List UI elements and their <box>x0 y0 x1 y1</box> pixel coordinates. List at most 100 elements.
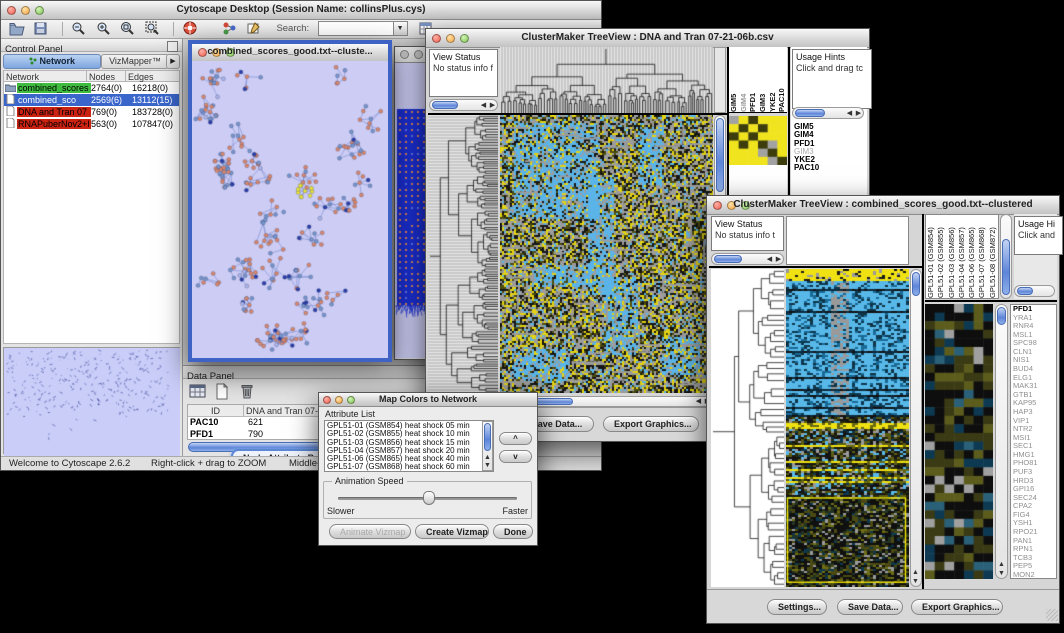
attribute-list-item[interactable]: GPL51-02 (GSM855) heat shock 10 min <box>327 430 491 438</box>
tv2-usage-scrollbar[interactable] <box>1014 285 1055 297</box>
tv2-gene-label[interactable]: HMG1 <box>1013 451 1056 460</box>
animate-vizmap-button[interactable]: Animate Vizmap <box>329 524 411 539</box>
network-view-titlebar[interactable]: combined_scores_good.txt--cluste... <box>192 44 388 62</box>
tv2-gene-label[interactable]: MSL1 <box>1013 331 1056 340</box>
tv1-gene-label[interactable]: YKE2 <box>794 156 864 164</box>
search-dropdown-arrow[interactable]: ▼ <box>394 21 408 36</box>
done-button[interactable]: Done <box>493 524 533 539</box>
move-down-button[interactable]: v <box>499 450 532 463</box>
tv2-gene-label[interactable]: GPI16 <box>1013 485 1056 494</box>
attribute-list-scrollbar[interactable]: ▲▼ <box>482 421 493 471</box>
tv2-settings-button[interactable]: Settings... <box>767 599 827 615</box>
tv2-gene-label[interactable]: NIS1 <box>1013 356 1056 365</box>
col-nodes[interactable]: Nodes <box>87 71 126 81</box>
tv2-heatmap[interactable] <box>786 269 909 587</box>
tv2-gene-label[interactable]: PHO81 <box>1013 459 1056 468</box>
tv2-gene-label[interactable]: PUF3 <box>1013 468 1056 477</box>
tv2-gene-label[interactable]: MSI1 <box>1013 434 1056 443</box>
tv2-save-data-button[interactable]: Save Data... <box>837 599 903 615</box>
tab-network[interactable]: Network <box>3 54 101 69</box>
tv2-gene-label[interactable]: GTB1 <box>1013 391 1056 400</box>
zoom-selected-icon[interactable] <box>120 21 136 36</box>
tv1-gene-label[interactable]: GIM5 <box>794 123 864 131</box>
birdseye-view[interactable] <box>3 347 180 454</box>
tv2-gene-label[interactable]: MON2 <box>1013 571 1056 580</box>
tv2-gene-label[interactable]: PEP5 <box>1013 562 1056 571</box>
tv2-heatmap-vscroll[interactable]: ▲▼ <box>910 269 922 587</box>
resize-grip[interactable] <box>1046 609 1058 621</box>
attribute-list-item[interactable]: GPL51-04 (GSM857) heat shock 20 min <box>327 447 491 455</box>
tv2-gene-label[interactable]: SEC24 <box>1013 494 1056 503</box>
tv2-gene-label[interactable]: TCB3 <box>1013 554 1056 563</box>
tv2-gene-label[interactable]: CLN1 <box>1013 348 1056 357</box>
tv1-hints-scrollbar[interactable]: ◀▶ <box>792 107 864 119</box>
col-network[interactable]: Network <box>4 71 87 81</box>
tv2-zoom-vscroll[interactable]: ▲▼ <box>995 304 1008 579</box>
zoom-out-icon[interactable] <box>71 21 87 36</box>
tv1-gene-label[interactable]: PFD1 <box>794 140 864 148</box>
tv2-gene-label[interactable]: PAN1 <box>1013 537 1056 546</box>
tv2-gene-label[interactable]: YRA1 <box>1013 314 1056 323</box>
network-list-item[interactable]: RNAPuberNov2+I563(0)107847(0) <box>4 118 179 130</box>
tv2-zoom-heatmap[interactable] <box>925 304 993 579</box>
network-list-item[interactable]: combined_sco2569(6)13112(15) <box>4 94 179 106</box>
dialog-titlebar[interactable]: Map Colors to Network <box>319 393 537 407</box>
tv2-export-graphics-button[interactable]: Export Graphics... <box>911 599 1003 615</box>
tv1-gene-label[interactable]: PAC10 <box>794 164 864 172</box>
move-up-button[interactable]: ^ <box>499 432 532 445</box>
treeview2-titlebar[interactable]: ClusterMaker TreeView : combined_scores_… <box>707 196 1059 215</box>
minimize-button[interactable] <box>414 50 423 59</box>
birdseye-canvas[interactable] <box>4 348 180 457</box>
tv2-gene-label[interactable]: CPA2 <box>1013 502 1056 511</box>
node-link-icon[interactable] <box>222 21 238 36</box>
tv1-gene-label[interactable]: GIM4 <box>794 131 864 139</box>
tv1-export-graphics-button[interactable]: Export Graphics... <box>603 416 699 432</box>
attribute-table-icon[interactable] <box>189 383 205 398</box>
trash-icon[interactable] <box>238 383 254 398</box>
attribute-list-item[interactable]: GPL51-03 (GSM856) heat shock 15 min <box>327 439 491 447</box>
tv2-gene-dendrogram[interactable] <box>711 269 784 587</box>
network-list-item[interactable]: combined_scores2764(0)16218(0) <box>4 82 179 94</box>
network-list-item[interactable]: DNA and Tran 07769(0)183728(0) <box>4 106 179 118</box>
zoom-fit-icon[interactable] <box>145 21 161 36</box>
tab-overflow-arrow[interactable]: ▶ <box>166 54 180 69</box>
tv2-gene-label[interactable]: KAP95 <box>1013 399 1056 408</box>
tv2-gene-label[interactable]: BUD4 <box>1013 365 1056 374</box>
new-document-icon[interactable] <box>213 383 229 398</box>
tv2-status-scrollbar[interactable]: ◀▶ <box>711 253 784 265</box>
tv1-heatmap[interactable] <box>500 115 713 393</box>
col-edges[interactable]: Edges <box>126 71 179 81</box>
tv2-gene-label[interactable]: YSH1 <box>1013 519 1056 528</box>
tv2-gene-label[interactable]: RPO21 <box>1013 528 1056 537</box>
tv2-labels-vscroll[interactable] <box>1000 214 1012 299</box>
tv2-gene-label[interactable]: HRD3 <box>1013 477 1056 486</box>
tab-vizmapper[interactable]: VizMapper™ <box>101 54 169 69</box>
search-input[interactable] <box>318 21 394 36</box>
save-icon[interactable] <box>33 21 49 36</box>
tv2-gene-label[interactable]: SPC98 <box>1013 339 1056 348</box>
help-lifering-icon[interactable] <box>183 21 199 36</box>
tv1-gene-label[interactable]: GIM3 <box>794 148 864 156</box>
tv2-gene-label[interactable]: FIG4 <box>1013 511 1056 520</box>
tv2-gene-label[interactable]: NTR2 <box>1013 425 1056 434</box>
tv2-gene-label[interactable]: VIP1 <box>1013 417 1056 426</box>
tv1-gene-dendrogram[interactable] <box>428 115 498 393</box>
attribute-list-item[interactable]: GPL51-06 (GSM865) heat shock 40 min <box>327 455 491 463</box>
tv2-gene-label[interactable]: ELG1 <box>1013 374 1056 383</box>
tv2-gene-label[interactable]: PFD1 <box>1013 305 1056 314</box>
create-vizmap-button[interactable]: Create Vizmap <box>415 524 489 539</box>
tv2-gene-label[interactable]: HAP3 <box>1013 408 1056 417</box>
tv2-gene-label[interactable]: RNR4 <box>1013 322 1056 331</box>
zoom-in-icon[interactable] <box>96 21 112 36</box>
open-folder-icon[interactable] <box>9 21 25 36</box>
annotation-icon[interactable] <box>246 21 262 36</box>
tv1-zoom-heatmap[interactable] <box>729 116 787 165</box>
animation-slider-thumb[interactable] <box>423 491 435 505</box>
tv2-gene-label[interactable]: RPN1 <box>1013 545 1056 554</box>
attribute-list-item[interactable]: GPL51-01 (GSM854) heat shock 05 min <box>327 422 491 430</box>
treeview1-titlebar[interactable]: ClusterMaker TreeView : DNA and Tran 07-… <box>426 29 869 48</box>
tv2-gene-label[interactable]: SEC1 <box>1013 442 1056 451</box>
tv2-gene-label[interactable]: MAK31 <box>1013 382 1056 391</box>
float-panel-icon[interactable] <box>167 41 178 52</box>
network-canvas[interactable] <box>192 61 388 358</box>
